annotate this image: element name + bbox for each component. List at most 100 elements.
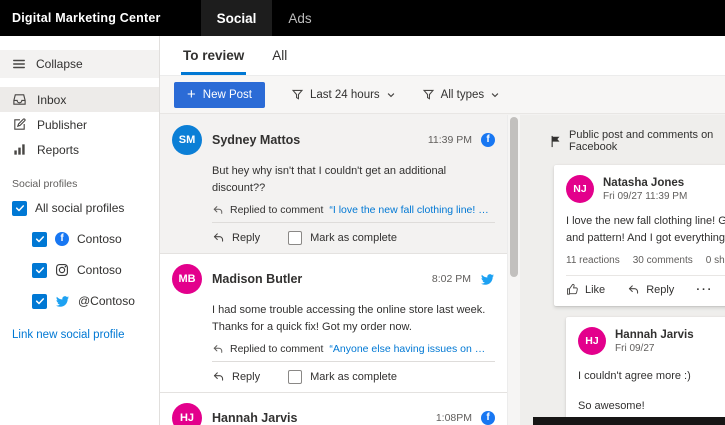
replied-row: Replied to comment “I love the new fall … [212, 204, 491, 216]
comments-count: 30 comments [633, 255, 693, 266]
topbar: Digital Marketing Center Social Ads [0, 0, 725, 36]
post-text: I love the new fall clothing line! Great… [566, 213, 725, 246]
more-icon: ··· [696, 284, 713, 296]
facebook-icon: f [55, 232, 69, 246]
feed-item-sydney-mattos[interactable]: SM Sydney Mattos 11:39 PM f But hey why … [160, 115, 507, 254]
instagram-icon [55, 263, 69, 277]
post-date: Fri 09/27 11:39 PM [603, 191, 687, 202]
feed-list: SM Sydney Mattos 11:39 PM f But hey why … [160, 115, 507, 425]
checkbox-checked-icon [32, 294, 47, 309]
author-name: Sydney Mattos [212, 133, 428, 147]
social-profiles-section-label: Social profiles [12, 178, 147, 190]
comment-text: So awesome! [578, 398, 725, 415]
message-text: I had some trouble accessing the online … [212, 302, 491, 335]
like-label: Like [585, 284, 605, 296]
timestamp: 1:08PM [436, 412, 472, 424]
filter-label: Last 24 hours [310, 89, 380, 101]
filter-all-types[interactable]: All types [422, 88, 500, 101]
collapse-button[interactable]: Collapse [0, 50, 159, 78]
all-social-profiles-checkbox[interactable]: All social profiles [0, 196, 159, 220]
twitter-icon [480, 273, 495, 286]
shares-count: 0 shares [706, 255, 725, 266]
mark-as-complete-label: Mark as complete [310, 232, 397, 244]
feed-item-header: HJ Hannah Jarvis 1:08PM f [172, 403, 495, 425]
sidebar-item-label: Reports [37, 143, 79, 157]
replied-label: Replied to comment [230, 204, 323, 216]
post-stats: 11 reactions 30 comments 0 shares [566, 255, 725, 266]
topbar-nav: Social Ads [201, 0, 328, 36]
facebook-post-card: NJ Natasha Jones Fri 09/27 11:39 PM I lo… [554, 165, 725, 306]
author-name: Hannah Jarvis [212, 411, 436, 425]
feed-item-hannah-jarvis[interactable]: HJ Hannah Jarvis 1:08PM f When do you ha… [160, 393, 507, 425]
chevron-down-icon [490, 90, 500, 100]
message-text: But hey why isn't that I couldn't get an… [212, 163, 491, 196]
reply-label: Reply [232, 371, 260, 383]
avatar: HJ [578, 327, 606, 355]
link-new-social-profile[interactable]: Link new social profile [12, 329, 147, 341]
plus-icon: + [187, 87, 196, 102]
sidebar-item-inbox[interactable]: Inbox [0, 87, 159, 112]
post-author-name: Natasha Jones [603, 177, 687, 189]
nav-tab-ads[interactable]: Ads [272, 0, 327, 36]
reply-arrow-icon [212, 343, 224, 355]
sidebar-item-label: Publisher [37, 118, 87, 132]
tab-label: To review [183, 48, 244, 63]
reply-label: Reply [646, 284, 674, 296]
main-area: To review All + New Post Last 24 hours [160, 36, 725, 425]
replied-comment-link[interactable]: “Anyone else having issues on getting on… [329, 343, 491, 355]
filter-label: All types [441, 89, 484, 101]
feed-column: SM Sydney Mattos 11:39 PM f But hey why … [160, 115, 520, 425]
publisher-icon [12, 117, 27, 132]
avatar: MB [172, 264, 202, 294]
detail-header: Public post and comments on Facebook [550, 129, 725, 153]
checkbox-checked-icon [32, 263, 47, 278]
profile-row-contoso-instagram[interactable]: Contoso [0, 258, 159, 282]
profile-label: Contoso [77, 263, 122, 277]
replied-comment-link[interactable]: “I love the new fall clothing line! Gr .… [329, 204, 491, 216]
all-social-profiles-label: All social profiles [35, 201, 124, 215]
new-post-button[interactable]: + New Post [174, 82, 265, 108]
comment-header: HJ Hannah Jarvis Fri 09/27 [578, 327, 725, 355]
collapse-label: Collapse [36, 57, 83, 71]
sidebar-item-publisher[interactable]: Publisher [0, 112, 159, 137]
filter-last-24-hours[interactable]: Last 24 hours [291, 88, 396, 101]
comment-text: I couldn't agree more :) [578, 368, 725, 385]
reply-button[interactable]: Reply [627, 283, 674, 296]
scrollbar-thumb[interactable] [510, 117, 518, 277]
filter-icon [422, 88, 435, 101]
profile-row-contoso-twitter[interactable]: @Contoso [0, 289, 159, 313]
checkbox-checked-icon [12, 201, 27, 216]
feed-item-actions: Reply Mark as complete [212, 222, 495, 246]
tab-to-review[interactable]: To review [174, 36, 253, 75]
nav-tab-social[interactable]: Social [201, 0, 273, 36]
reply-label: Reply [232, 232, 260, 244]
reply-button[interactable]: Reply [212, 229, 260, 246]
post-actions: Like Reply ··· [566, 275, 725, 296]
comment-author-block: Hannah Jarvis Fri 09/27 [615, 329, 694, 354]
detail-panel: Public post and comments on Facebook NJ … [520, 115, 725, 425]
sidebar-item-label: Inbox [37, 93, 66, 107]
like-button[interactable]: Like [566, 283, 605, 296]
profile-label: @Contoso [78, 294, 135, 308]
tab-all[interactable]: All [263, 36, 296, 75]
more-options-button[interactable]: ··· [696, 284, 713, 296]
reply-button[interactable]: Reply [212, 368, 260, 385]
reply-arrow-icon [212, 370, 225, 383]
mark-as-complete-checkbox[interactable]: Mark as complete [288, 370, 397, 384]
mark-as-complete-checkbox[interactable]: Mark as complete [288, 231, 397, 245]
sidebar: Collapse Inbox Publisher Reports [0, 36, 160, 425]
inbox-tabs: To review All [160, 36, 725, 76]
chevron-down-icon [386, 90, 396, 100]
feed-item-madison-butler[interactable]: MB Madison Butler 8:02 PM I had some tro… [160, 254, 507, 393]
comment-author-name: Hannah Jarvis [615, 329, 694, 341]
avatar: NJ [566, 175, 594, 203]
feed-item-actions: Reply Mark as complete [212, 361, 495, 385]
bottom-strip [533, 417, 725, 425]
inbox-body: SM Sydney Mattos 11:39 PM f But hey why … [160, 115, 725, 425]
profile-row-contoso-facebook[interactable]: f Contoso [0, 227, 159, 251]
mark-as-complete-label: Mark as complete [310, 371, 397, 383]
new-post-label: New Post [203, 89, 252, 101]
sidebar-item-reports[interactable]: Reports [0, 137, 159, 162]
feed-scrollbar[interactable] [507, 115, 520, 425]
thumbs-up-icon [566, 283, 579, 296]
